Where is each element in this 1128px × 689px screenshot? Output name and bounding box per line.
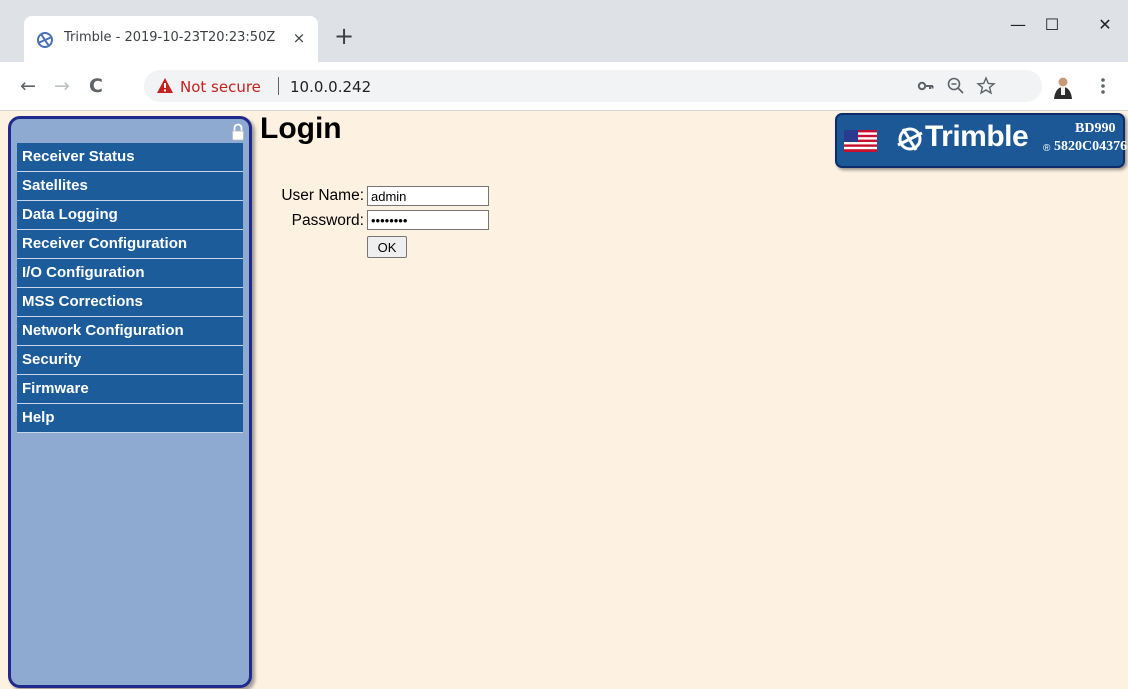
menu-item-network-configuration[interactable]: Network Configuration [17,317,243,346]
key-icon[interactable] [916,76,936,96]
menu-item-security[interactable]: Security [17,346,243,375]
page-title: Login [260,112,342,145]
username-label: User Name: [281,187,364,204]
menu-item-satellites[interactable]: Satellites [17,172,243,201]
sidebar: Receiver Status Satellites Data Logging … [8,116,252,688]
url-text[interactable]: 10.0.0.242 [290,78,371,96]
maximize-button[interactable]: ☐ [1029,12,1075,38]
trimble-logo-icon [897,127,923,151]
more-menu-icon[interactable] [1096,74,1110,98]
zoom-out-icon[interactable] [946,76,966,96]
ok-button[interactable]: OK [367,236,407,258]
password-input[interactable] [367,210,489,230]
browser-tab[interactable]: Trimble - 2019-10-23T20:23:50Z × [24,16,318,62]
warning-icon [157,78,173,93]
lock-icon [232,123,244,141]
browser-toolbar: ← → C Not secure 10.0.0.242 [0,62,1128,111]
receiver-model: BD990 [1075,121,1116,136]
back-button[interactable]: ← [16,74,40,98]
menu-item-receiver-configuration[interactable]: Receiver Configuration [17,230,243,259]
close-tab-icon[interactable]: × [289,26,309,50]
star-icon[interactable] [976,76,996,96]
browser-tab-strip: Trimble - 2019-10-23T20:23:50Z × + — ☐ ✕ [0,0,1128,62]
registered-mark: ® [1043,143,1051,154]
address-bar[interactable]: Not secure 10.0.0.242 [144,70,1042,102]
password-label: Password: [291,212,364,229]
us-flag-icon [844,130,877,152]
url-separator [278,77,279,95]
menu-item-firmware[interactable]: Firmware [17,375,243,404]
reload-button[interactable]: C [84,74,108,98]
nav-menu: Receiver Status Satellites Data Logging … [17,143,243,433]
menu-item-data-logging[interactable]: Data Logging [17,201,243,230]
tab-title: Trimble - 2019-10-23T20:23:50Z [64,30,276,45]
window-close-button[interactable]: ✕ [1082,12,1128,38]
trimble-favicon-icon [37,32,53,48]
brand-banner: Trimble ® BD990 5820C04376 [835,113,1128,168]
menu-item-help[interactable]: Help [17,404,243,433]
brand-name: Trimble [925,120,1029,153]
username-input[interactable] [367,186,489,206]
forward-button[interactable]: → [50,74,74,98]
receiver-serial: 5820C04376 [1054,139,1128,154]
menu-item-receiver-status[interactable]: Receiver Status [17,143,243,172]
menu-item-mss-corrections[interactable]: MSS Corrections [17,288,243,317]
menu-item-io-configuration[interactable]: I/O Configuration [17,259,243,288]
security-status[interactable]: Not secure [180,78,261,96]
new-tab-button[interactable]: + [333,24,355,50]
profile-avatar-icon[interactable] [1050,74,1076,100]
